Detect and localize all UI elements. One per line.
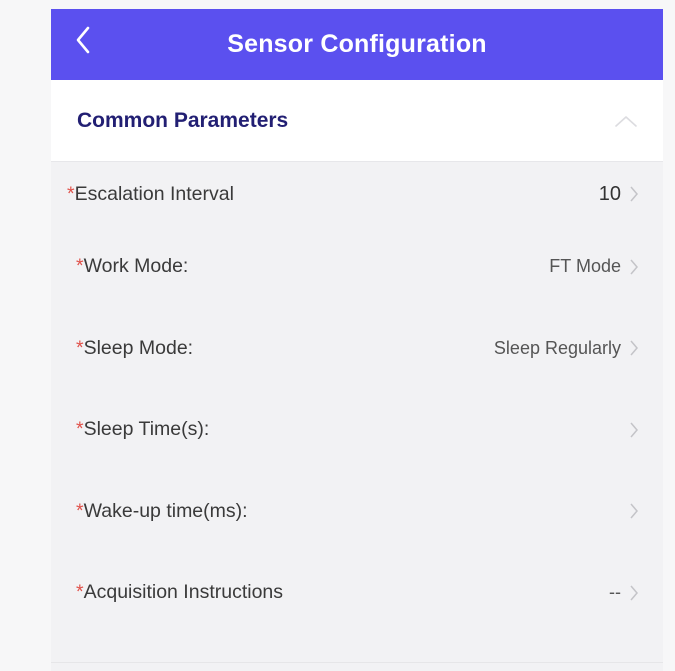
chevron-right-icon <box>630 422 638 438</box>
row-acquisition-instructions[interactable]: *Acquisition Instructions -- <box>51 552 663 634</box>
row-label: *Escalation Interval <box>67 183 234 206</box>
row-value: -- <box>609 582 621 603</box>
required-mark: * <box>67 182 75 205</box>
row-label: *Sleep Mode: <box>76 337 193 360</box>
row-value: 10 <box>598 182 621 205</box>
chevron-right-icon <box>630 340 638 356</box>
row-label: *Work Mode: <box>76 255 188 278</box>
required-mark: * <box>76 418 84 441</box>
row-label-text: Sleep Mode: <box>83 336 194 359</box>
row-value: FT Mode <box>549 256 621 277</box>
row-value-group: Sleep Regularly <box>494 338 639 359</box>
chevron-right-icon <box>630 503 638 519</box>
row-label: *Sleep Time(s): <box>76 418 209 441</box>
row-value: Sleep Regularly <box>493 337 621 358</box>
row-label-text: Sleep Time(s): <box>83 418 210 441</box>
chevron-left-icon[interactable] <box>71 23 95 57</box>
row-label: *Acquisition Instructions <box>76 581 283 604</box>
required-mark: * <box>76 255 84 278</box>
page-title: Sensor Configuration <box>227 30 487 58</box>
row-label-text: Escalation Interval <box>74 182 234 205</box>
row-label: *Wake-up time(ms): <box>76 500 248 523</box>
row-escalation-interval[interactable]: *Escalation Interval 10 <box>51 162 663 226</box>
row-label-text: Work Mode: <box>83 255 189 278</box>
chevron-right-icon <box>630 259 638 275</box>
chevron-right-icon <box>630 186 638 202</box>
chevron-up-icon[interactable] <box>613 112 639 130</box>
section-label: Common Parameters <box>77 108 289 132</box>
section-header-common-parameters[interactable]: Common Parameters <box>51 80 663 162</box>
row-value-group <box>621 421 639 439</box>
required-mark: * <box>76 336 84 359</box>
row-label-text: Acquisition Instructions <box>83 581 284 604</box>
required-mark: * <box>76 499 84 522</box>
row-value-group <box>621 502 639 520</box>
row-label-text: Wake-up time(ms): <box>83 499 248 522</box>
row-value-group: 10 <box>599 183 639 206</box>
divider <box>51 662 663 663</box>
chevron-right-icon <box>630 585 638 601</box>
required-mark: * <box>76 581 84 604</box>
row-value-group: -- <box>609 582 639 603</box>
parameter-list: *Escalation Interval 10 *Work Mode: FT M… <box>51 162 663 634</box>
row-sleep-time[interactable]: *Sleep Time(s): <box>51 389 663 471</box>
row-wake-up-time[interactable]: *Wake-up time(ms): <box>51 471 663 553</box>
top-bar: Sensor Configuration <box>51 9 663 80</box>
row-sleep-mode[interactable]: *Sleep Mode: Sleep Regularly <box>51 308 663 390</box>
row-value-group: FT Mode <box>549 256 639 277</box>
phone-screen: Sensor Configuration Common Parameters *… <box>51 9 663 671</box>
row-work-mode[interactable]: *Work Mode: FT Mode <box>51 226 663 308</box>
